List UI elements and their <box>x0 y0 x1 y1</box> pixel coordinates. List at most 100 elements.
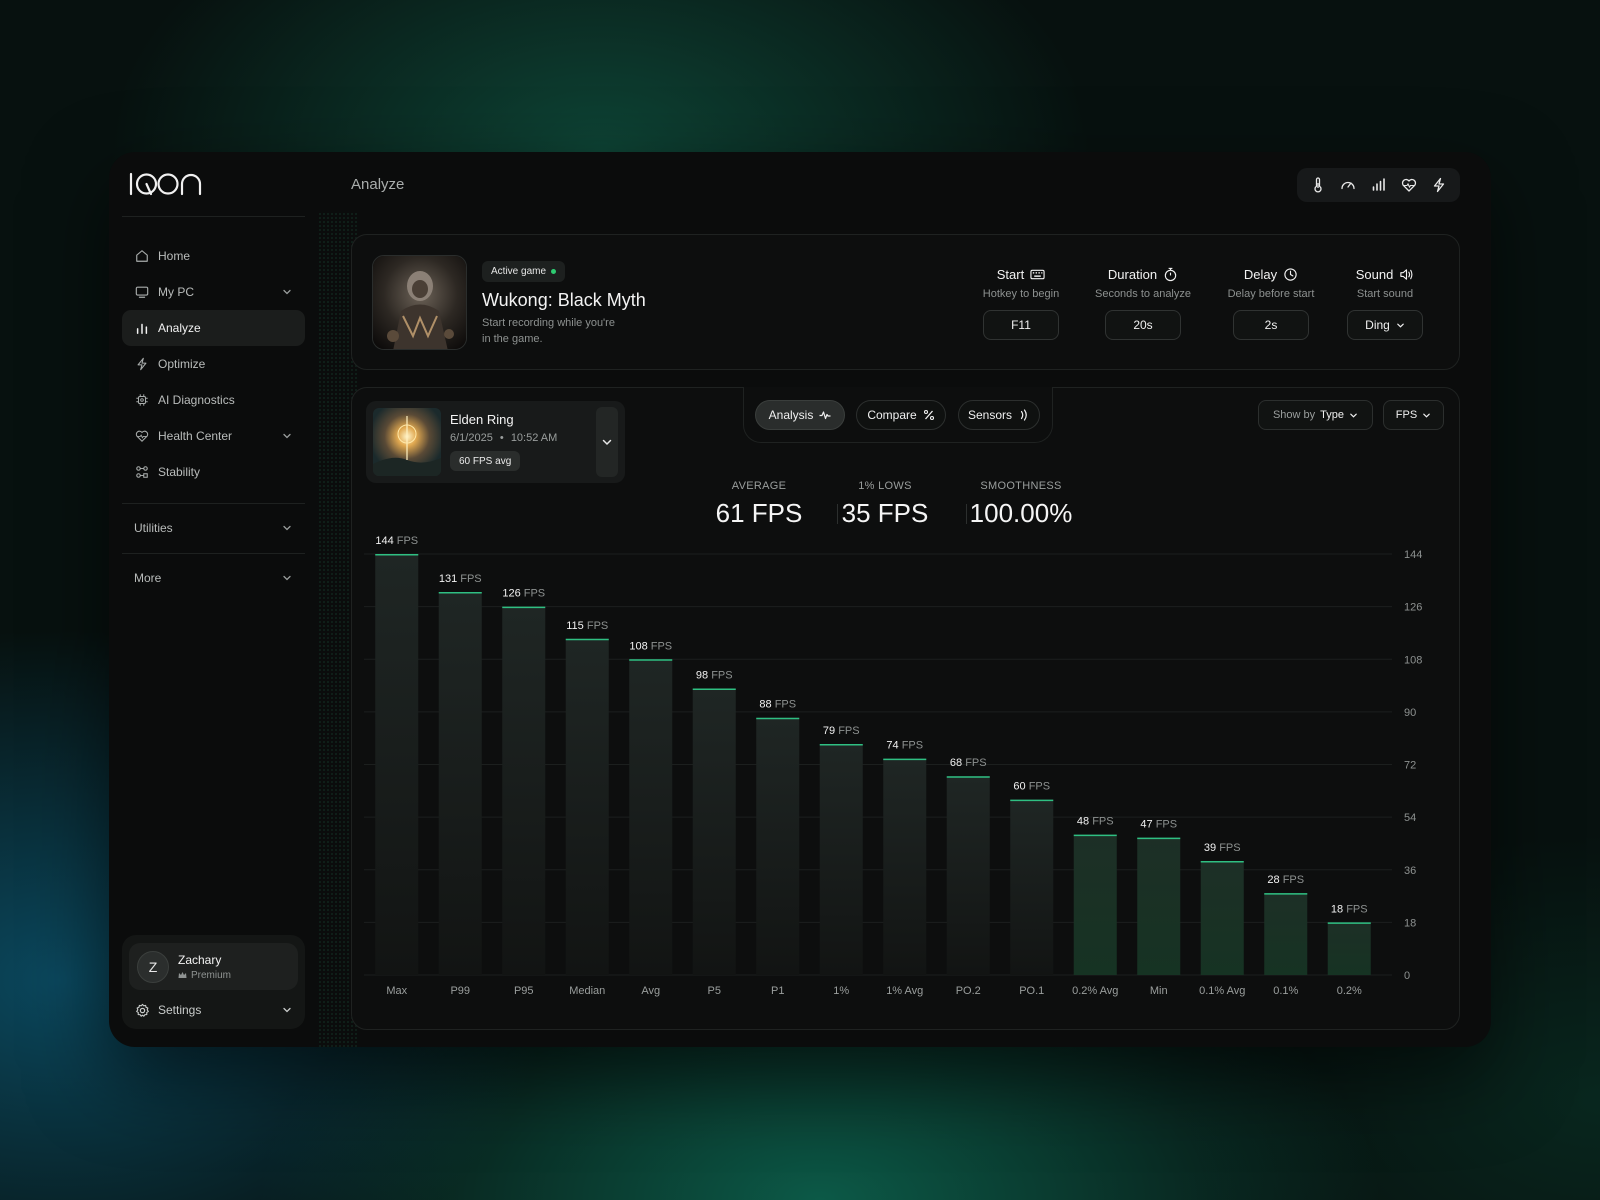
settings-button[interactable]: Settings <box>135 998 291 1022</box>
tab-label: Analysis <box>768 408 814 422</box>
bar-p1 <box>756 717 800 975</box>
metric-value: FPS <box>1395 409 1418 421</box>
crown-icon <box>178 972 187 978</box>
active-game-subtitle: Start recording while you're in the game… <box>482 317 615 345</box>
bar-value-label: 68 FPS <box>950 757 987 769</box>
signal-waves-icon <box>1020 409 1027 421</box>
sidebar-item-label: Analyze <box>158 321 201 335</box>
chevron-down-icon <box>1423 413 1430 418</box>
sidebar-item-ai-diagnostics[interactable]: AI Diagnostics <box>122 382 305 418</box>
chevron-down-icon <box>283 525 291 531</box>
nav-icon <box>134 464 150 480</box>
x-category-label: 1% Avg <box>886 985 923 997</box>
sidebar-item-home[interactable]: Home <box>122 238 305 274</box>
bar-unit: FPS <box>651 640 672 652</box>
bar-unit: FPS <box>902 740 923 752</box>
sidebar-item-analyze[interactable]: Analyze <box>122 310 305 346</box>
bar-value-label: 28 FPS <box>1267 874 1304 886</box>
setting-start-button[interactable]: F11 <box>983 310 1059 340</box>
sidebar-item-health-center[interactable]: Health Center <box>122 418 305 454</box>
speaker-icon <box>1400 269 1413 280</box>
badge-label: Active game <box>491 266 547 277</box>
active-game-badge: Active game <box>482 261 566 282</box>
stat-smoothness: SMOOTHNESS 100.00% <box>959 480 1083 529</box>
bar-min <box>1137 837 1181 975</box>
session-dropdown-button[interactable] <box>596 407 618 477</box>
sidebar-item-stability[interactable]: Stability <box>122 454 305 490</box>
y-tick-label: 108 <box>1404 654 1422 666</box>
settings-label: Settings <box>158 1003 202 1017</box>
chevron-down-icon <box>283 289 291 295</box>
x-category-label: 0.1% Avg <box>1199 985 1245 997</box>
percent-icon <box>923 409 934 421</box>
sidebar-item-label: Optimize <box>158 357 206 371</box>
bar-value-label: 126 FPS <box>502 588 545 600</box>
tab-sensors[interactable]: Sensors <box>958 400 1040 430</box>
signal-bars-icon[interactable] <box>1369 176 1387 194</box>
setting-description: Hotkey to begin <box>982 288 1060 300</box>
stat-1pct-lows: 1% LOWS 35 FPS <box>835 480 935 529</box>
bar-value-label: 144 FPS <box>375 535 418 547</box>
x-category-label: PO.1 <box>1019 985 1044 997</box>
iqon-logo <box>129 172 202 196</box>
user-profile[interactable]: Z Zachary Premium <box>129 943 298 990</box>
bar-max <box>375 554 419 975</box>
bar-value: 39 <box>1204 842 1219 854</box>
game-cover-image <box>372 255 467 350</box>
bar-value: 48 <box>1077 816 1092 828</box>
bar-unit: FPS <box>1029 781 1050 793</box>
y-tick-label: 36 <box>1404 865 1416 877</box>
bar-p99 <box>438 592 482 975</box>
chevron-down-icon <box>1397 323 1404 328</box>
bar-p95 <box>502 606 546 975</box>
bar-value-label: 39 FPS <box>1204 842 1241 854</box>
setting-label-text: Duration <box>1107 267 1158 282</box>
session-time: 10:52 AM <box>510 432 558 444</box>
x-category-label: P95 <box>514 985 534 997</box>
pulse-icon <box>819 411 831 420</box>
session-card[interactable]: Elden Ring 6/1/2025 • 10:52 AM 60 FPS av… <box>366 401 625 483</box>
stat-label: SMOOTHNESS <box>980 480 1062 492</box>
sidebar-divider <box>122 553 305 554</box>
setting-duration-button[interactable]: 20s <box>1105 310 1181 340</box>
section-label: More <box>134 571 162 585</box>
gear-icon <box>136 1003 149 1017</box>
chevron-down-icon <box>602 439 612 446</box>
bar-value-label: 108 FPS <box>629 640 672 652</box>
bar-po-2 <box>946 776 990 975</box>
setting-sound-button[interactable]: Ding <box>1347 310 1423 340</box>
stat-value: 61 FPS <box>715 498 803 528</box>
sidebar-item-optimize[interactable]: Optimize <box>122 346 305 382</box>
x-category-label: 1% <box>833 985 849 997</box>
y-tick-label: 0 <box>1404 970 1410 982</box>
setting-description: Seconds to analyze <box>1094 288 1191 300</box>
bar-value: 88 <box>759 699 774 711</box>
section-more[interactable]: More <box>122 564 305 592</box>
heart-pulse-icon[interactable] <box>1400 176 1418 194</box>
sidebar-divider <box>122 503 305 504</box>
tab-analysis[interactable]: Analysis <box>755 400 845 430</box>
setting-delay-button[interactable]: 2s <box>1233 310 1309 340</box>
section-label: Utilities <box>134 521 173 535</box>
nav-icon <box>134 428 150 444</box>
bar-value-label: 88 FPS <box>759 699 796 711</box>
thermometer-icon[interactable] <box>1309 176 1327 194</box>
x-category-label: P99 <box>450 985 470 997</box>
bar-value-label: 48 FPS <box>1077 816 1114 828</box>
bar-unit: FPS <box>524 588 545 600</box>
bar-value-label: 47 FPS <box>1140 819 1177 831</box>
lightning-icon[interactable] <box>1430 176 1448 194</box>
bar-value-label: 131 FPS <box>439 573 482 585</box>
bar-unit: FPS <box>1156 819 1177 831</box>
show-by-dropdown[interactable]: Show by Type <box>1258 400 1373 430</box>
setting-label-text: Sound <box>1355 267 1394 282</box>
sidebar-item-my-pc[interactable]: My PC <box>122 274 305 310</box>
metric-dropdown[interactable]: FPS <box>1383 400 1444 430</box>
section-utilities[interactable]: Utilities <box>122 514 305 542</box>
y-tick-label: 54 <box>1404 812 1416 824</box>
x-category-label: Max <box>386 985 407 997</box>
gauge-icon[interactable] <box>1339 176 1357 194</box>
tab-compare[interactable]: Compare <box>856 400 946 430</box>
bar-unit: FPS <box>397 535 418 547</box>
stat-value: 35 FPS <box>841 498 929 528</box>
